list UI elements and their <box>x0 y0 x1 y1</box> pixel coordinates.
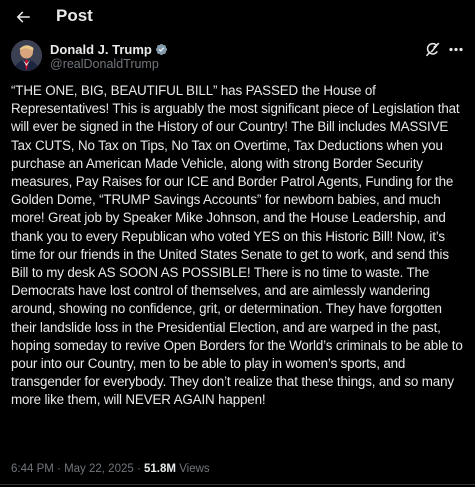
display-name[interactable]: Donald J. Trump <box>50 42 152 57</box>
grok-button[interactable] <box>425 42 440 57</box>
ellipsis-icon <box>449 47 463 52</box>
meta-separator: · <box>136 463 141 475</box>
back-button[interactable] <box>13 7 33 27</box>
author-handle[interactable]: @realDonaldTrump <box>50 57 159 72</box>
views-label: Views <box>179 463 210 475</box>
avatar[interactable] <box>11 40 42 71</box>
views-count: 51.8M <box>144 463 176 475</box>
page-title: Post <box>56 6 93 25</box>
author-name-row: Donald J. Trump <box>50 42 168 57</box>
arrow-left-icon <box>16 11 30 23</box>
avatar-image <box>11 40 42 71</box>
post-meta: 6:44 PM · May 22, 2025 · 51.8M Views <box>11 462 210 476</box>
post-page: Post Donald J. Trump @realDonaldTrump “T… <box>0 0 475 487</box>
post-time[interactable]: 6:44 PM <box>11 463 54 475</box>
more-button[interactable] <box>448 42 464 57</box>
post-text: “THE ONE, BIG, BEAUTIFUL BILL” has PASSE… <box>11 83 467 408</box>
post-date[interactable]: May 22, 2025 <box>64 463 134 475</box>
divider <box>0 484 475 485</box>
verified-badge-icon <box>155 43 167 56</box>
meta-separator: · <box>57 463 61 475</box>
top-bar: Post <box>0 0 475 34</box>
grok-slash-icon <box>425 42 440 57</box>
